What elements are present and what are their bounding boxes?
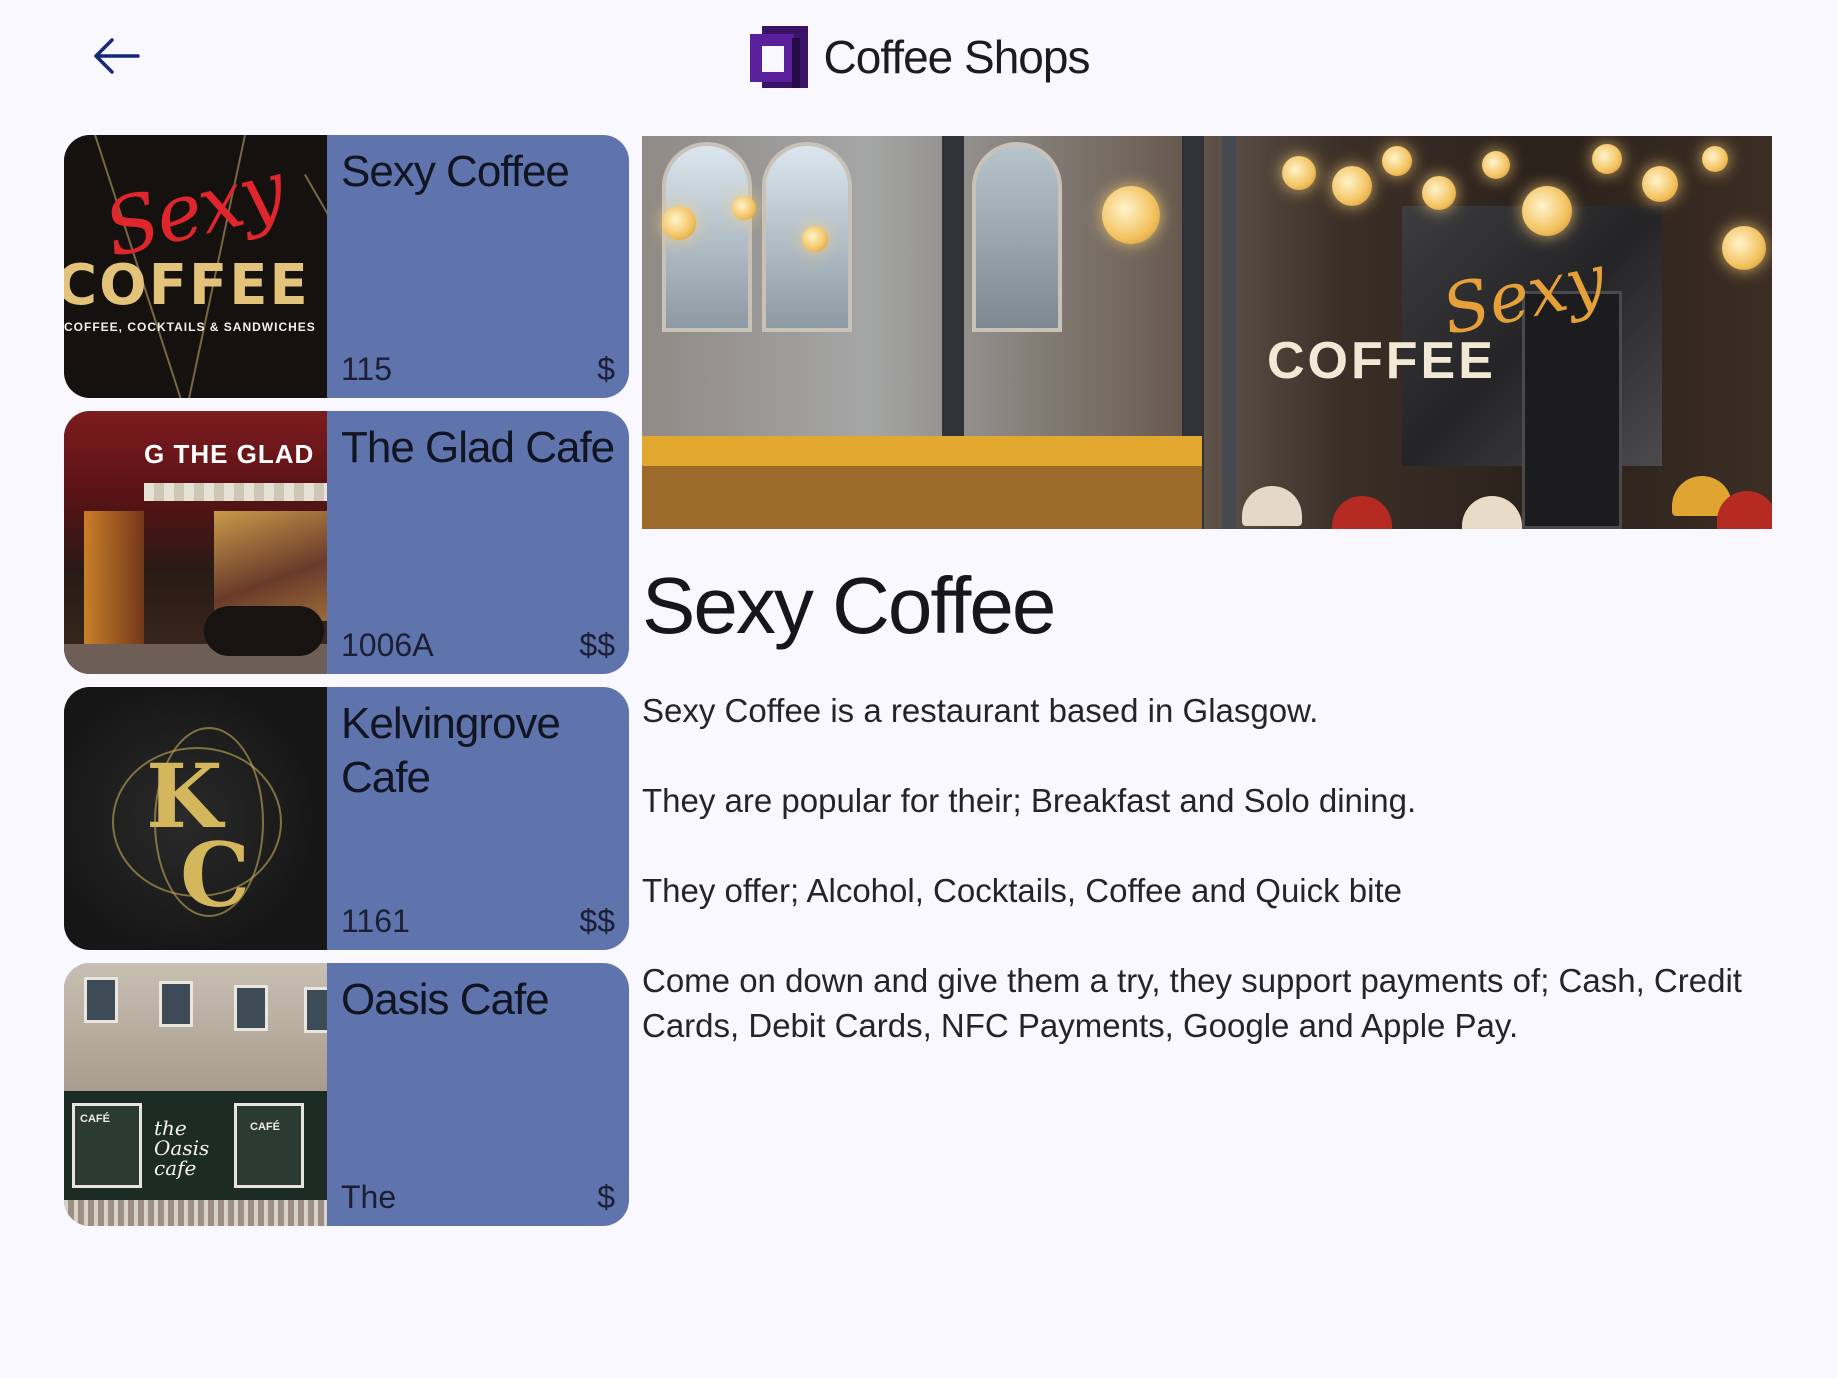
hero-sign-word: COFFEE xyxy=(1267,332,1496,390)
thumb-cafe-left: CAFÉ xyxy=(80,1113,110,1125)
description-paragraph: Sexy Coffee is a restaurant based in Gla… xyxy=(642,692,1319,729)
shop-thumbnail: Sexy COFFEE COFFEE, COCKTAILS & SANDWICH… xyxy=(64,135,327,398)
shop-thumbnail: G THE GLAD xyxy=(64,411,327,674)
shop-card-glad-cafe[interactable]: G THE GLAD The Glad Cafe 1006A $$ xyxy=(64,411,629,674)
shop-name: Kelvingrove Cafe xyxy=(341,699,561,802)
app-title: Coffee Shops xyxy=(823,31,1091,83)
shop-card-oasis-cafe[interactable]: CAFÉ the Oasis cafe CAFÉ Oasis Cafe The … xyxy=(64,963,629,1226)
description-paragraph: They are popular for their; Breakfast an… xyxy=(642,782,1417,819)
shop-name: The Glad Cafe xyxy=(341,423,615,472)
thumb-tag-text: COFFEE, COCKTAILS & SANDWICHES xyxy=(64,320,316,334)
shop-code: 1161 xyxy=(341,903,410,939)
shop-hero-image: Sexy COFFEE xyxy=(642,136,1772,529)
app-logo-icon xyxy=(749,26,808,88)
shop-name: Oasis Cafe xyxy=(341,975,550,1024)
shop-code: 1006A xyxy=(341,627,434,663)
description-paragraph: They offer; Alcohol, Cocktails, Coffee a… xyxy=(642,872,1403,909)
shop-card-sexy-coffee[interactable]: Sexy COFFEE COFFEE, COCKTAILS & SANDWICH… xyxy=(64,135,629,398)
thumb-monogram: K C xyxy=(146,752,251,928)
shop-list: Sexy COFFEE COFFEE, COCKTAILS & SANDWICH… xyxy=(64,135,629,1239)
description-paragraph: Come on down and give them a try, they s… xyxy=(642,962,1742,1044)
shop-price: $ xyxy=(597,1179,615,1215)
shop-name: Sexy Coffee xyxy=(341,147,570,196)
app-header: Coffee Shops xyxy=(0,22,1837,92)
thumb-sign-text: G THE GLAD xyxy=(144,439,315,469)
shop-card-kelvingrove-cafe[interactable]: K C Kelvingrove Cafe 1161 $$ xyxy=(64,687,629,950)
detail-description: Sexy Coffee is a restaurant based in Gla… xyxy=(642,688,1792,1048)
shop-code: The xyxy=(341,1179,397,1215)
thumb-oasis-text: the Oasis cafe xyxy=(154,1116,210,1180)
thumb-word-text: COFFEE xyxy=(64,253,310,318)
shop-price: $$ xyxy=(579,903,615,939)
shop-price: $$ xyxy=(579,627,615,663)
shop-price: $ xyxy=(597,351,615,387)
thumb-monogram-bottom: C xyxy=(180,823,251,928)
detail-title: Sexy Coffee xyxy=(642,561,1056,650)
shop-code: 115 xyxy=(341,351,393,387)
thumb-cafe-right: CAFÉ xyxy=(250,1121,280,1133)
shop-thumbnail: K C xyxy=(64,687,327,950)
shop-thumbnail: CAFÉ the Oasis cafe CAFÉ xyxy=(64,963,327,1226)
